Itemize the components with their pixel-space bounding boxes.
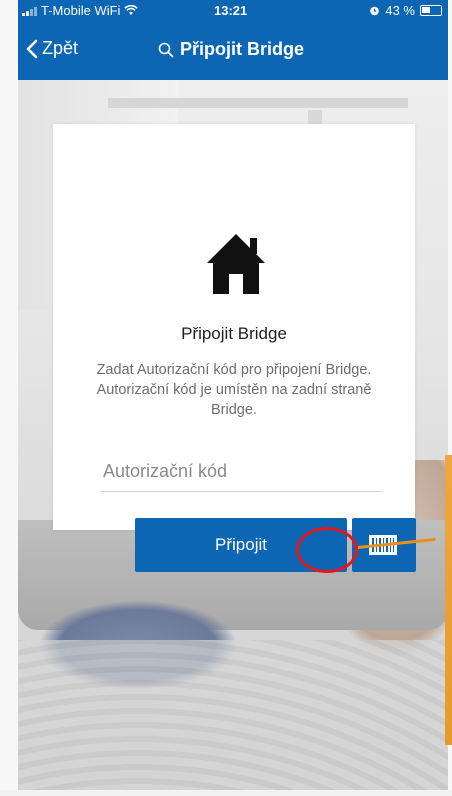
house-icon	[207, 234, 265, 294]
alarm-icon	[370, 6, 380, 16]
status-time: 13:21	[214, 3, 248, 18]
wifi-icon	[124, 5, 139, 15]
highlight-circle	[296, 527, 358, 573]
dialog-title: Připojit Bridge	[181, 324, 287, 343]
carrier-info: T-Mobile WiFi	[22, 3, 139, 18]
dialog-description: Zadat Autorizační kód pro připojení Brid…	[96, 362, 372, 418]
bottom-border	[0, 790, 452, 796]
status-right: 43 %	[369, 3, 442, 18]
battery-icon	[420, 5, 442, 16]
chevron-left-icon	[26, 39, 38, 58]
search-icon	[158, 42, 174, 57]
carrier-name: T-Mobile WiFi	[41, 3, 121, 18]
bg-shelf	[108, 98, 408, 108]
back-button[interactable]: Zpět	[26, 38, 78, 59]
annotation-strip	[445, 455, 452, 745]
signal-icon	[22, 6, 37, 16]
page-title-text: Připojit Bridge	[180, 39, 305, 59]
nav-bar: Zpět Připojit Bridge	[18, 22, 448, 80]
battery-percent: 43 %	[385, 3, 415, 18]
bg-floor	[18, 640, 448, 790]
app-screen: T-Mobile WiFi 13:21 43 % Zpět Připojit B…	[18, 0, 448, 790]
back-label: Zpět	[42, 38, 79, 58]
status-bar: T-Mobile WiFi 13:21 43 %	[18, 0, 448, 22]
page-title: Připojit Bridge	[158, 39, 304, 60]
connect-bridge-dialog: Připojit Bridge Zadat Autorizační kód pr…	[53, 124, 416, 572]
authorization-code-input[interactable]	[101, 452, 383, 492]
